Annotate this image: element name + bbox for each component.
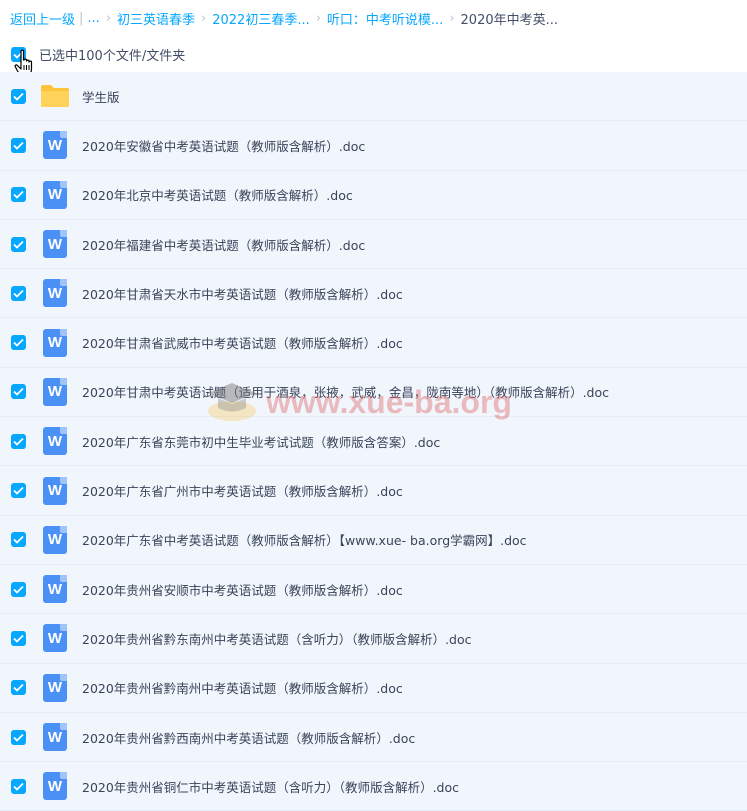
back-link[interactable]: 返回上一级 <box>10 9 75 28</box>
list-item[interactable]: W 2020年贵州省黔南州中考英语试题（教师版含解析）.doc <box>0 664 747 713</box>
file-name[interactable]: 2020年贵州省安顺市中考英语试题（教师版含解析）.doc <box>82 580 403 599</box>
word-icon: W <box>43 673 67 702</box>
list-item[interactable]: W 2020年安徽省中考英语试题（教师版含解析）.doc <box>0 121 747 171</box>
breadcrumb-item-3[interactable]: 听口：中考听说模... <box>327 9 443 28</box>
file-name[interactable]: 2020年广东省中考英语试题（教师版含解析）【www.xue- ba.org学霸… <box>82 530 527 549</box>
file-name[interactable]: 2020年广东省东莞市初中生毕业考试试题（教师版含答案）.doc <box>82 432 440 451</box>
row-checkbox[interactable] <box>11 285 26 301</box>
word-icon: W <box>43 525 67 554</box>
file-name[interactable]: 2020年甘肃省武威市中考英语试题（教师版含解析）.doc <box>82 333 403 352</box>
row-checkbox[interactable] <box>11 778 26 794</box>
row-checkbox[interactable] <box>11 630 26 646</box>
list-item[interactable]: 学生版 <box>0 72 747 122</box>
chevron-right-icon: › <box>449 10 455 26</box>
selection-count: 已选中100个文件/文件夹 <box>39 48 186 64</box>
chevron-right-icon: › <box>105 10 112 26</box>
selection-bar: 已选中100个文件/文件夹 <box>0 36 747 72</box>
chevron-right-icon: › <box>315 10 321 26</box>
row-checkbox[interactable] <box>11 236 26 252</box>
breadcrumb: 返回上一级 | ... › 初三英语春季 › 2022初三春季... › 听口：… <box>0 0 747 36</box>
list-item[interactable]: W 2020年贵州省黔西南州中考英语试题（教师版含解析）.doc <box>0 713 747 763</box>
file-name[interactable]: 2020年贵州省黔南州中考英语试题（教师版含解析）.doc <box>82 678 403 697</box>
list-item[interactable]: W 2020年甘肃中考英语试题（适用于酒泉，张掖，武威，金昌，陇南等地）（教师版… <box>0 368 747 418</box>
list-item[interactable]: W 2020年贵州省铜仁市中考英语试题（含听力）（教师版含解析）.doc <box>0 762 747 811</box>
word-icon: W <box>43 476 67 505</box>
word-icon: W <box>43 427 67 456</box>
file-name[interactable]: 2020年甘肃中考英语试题（适用于酒泉，张掖，武威，金昌，陇南等地）（教师版含解… <box>82 382 609 401</box>
breadcrumb-item-1[interactable]: 初三英语春季 <box>117 9 195 28</box>
row-checkbox[interactable] <box>11 729 26 745</box>
list-item[interactable]: W 2020年贵州省黔东南州中考英语试题（含听力）（教师版含解析）.doc <box>0 614 747 664</box>
file-name[interactable]: 2020年福建省中考英语试题（教师版含解析）.doc <box>82 235 365 254</box>
folder-icon <box>40 81 70 111</box>
breadcrumb-item-current: 2020年中考英... <box>460 12 559 28</box>
file-list: 学生版 W 2020年安徽省中考英语试题（教师版含解析）.doc W 2020年… <box>0 72 747 811</box>
file-name[interactable]: 2020年甘肃省天水市中考英语试题（教师版含解析）.doc <box>82 284 403 303</box>
row-checkbox[interactable] <box>11 137 26 153</box>
file-name[interactable]: 2020年安徽省中考英语试题（教师版含解析）.doc <box>82 136 365 155</box>
list-item[interactable]: W 2020年广东省东莞市初中生毕业考试试题（教师版含答案）.doc <box>0 417 747 467</box>
row-checkbox[interactable] <box>11 483 26 499</box>
word-icon: W <box>43 377 67 406</box>
list-item[interactable]: W 2020年贵州省安顺市中考英语试题（教师版含解析）.doc <box>0 565 747 615</box>
breadcrumb-item-2[interactable]: 2022初三春季... <box>212 9 309 28</box>
row-checkbox[interactable] <box>11 532 26 548</box>
row-checkbox[interactable] <box>11 384 26 400</box>
list-item[interactable]: W 2020年福建省中考英语试题（教师版含解析）.doc <box>0 220 747 270</box>
file-name[interactable]: 2020年贵州省黔东南州中考英语试题（含听力）（教师版含解析）.doc <box>82 629 472 648</box>
file-name[interactable]: 2020年贵州省铜仁市中考英语试题（含听力）（教师版含解析）.doc <box>82 777 459 796</box>
word-icon: W <box>43 575 67 604</box>
breadcrumb-divider: | <box>79 10 84 26</box>
breadcrumb-ellipsis[interactable]: ... <box>87 11 99 26</box>
list-item[interactable]: W 2020年甘肃省天水市中考英语试题（教师版含解析）.doc <box>0 269 747 319</box>
word-icon: W <box>43 723 67 751</box>
chevron-right-icon: › <box>201 10 207 26</box>
word-icon: W <box>43 131 67 160</box>
row-checkbox[interactable] <box>11 187 26 203</box>
word-icon: W <box>43 180 67 209</box>
file-name[interactable]: 学生版 <box>82 87 120 106</box>
list-item[interactable]: W 2020年广东省中考英语试题（教师版含解析）【www.xue- ba.org… <box>0 516 747 565</box>
word-icon: W <box>43 279 67 308</box>
list-item[interactable]: W 2020年北京中考英语试题（教师版含解析）.doc <box>0 171 747 220</box>
word-icon: W <box>43 230 67 259</box>
row-checkbox[interactable] <box>11 581 26 597</box>
row-checkbox[interactable] <box>11 680 26 696</box>
row-checkbox[interactable] <box>11 335 26 351</box>
word-icon: W <box>43 328 67 357</box>
file-name[interactable]: 2020年北京中考英语试题（教师版含解析）.doc <box>82 185 353 204</box>
list-item[interactable]: W 2020年甘肃省武威市中考英语试题（教师版含解析）.doc <box>0 318 747 368</box>
list-item[interactable]: W 2020年广东省广州市中考英语试题（教师版含解析）.doc <box>0 466 747 516</box>
word-icon: W <box>43 772 67 801</box>
file-name[interactable]: 2020年贵州省黔西南州中考英语试题（教师版含解析）.doc <box>82 728 415 747</box>
file-name[interactable]: 2020年广东省广州市中考英语试题（教师版含解析）.doc <box>82 481 403 500</box>
row-checkbox[interactable] <box>11 433 26 449</box>
word-icon: W <box>43 624 67 653</box>
row-checkbox[interactable] <box>11 88 26 104</box>
